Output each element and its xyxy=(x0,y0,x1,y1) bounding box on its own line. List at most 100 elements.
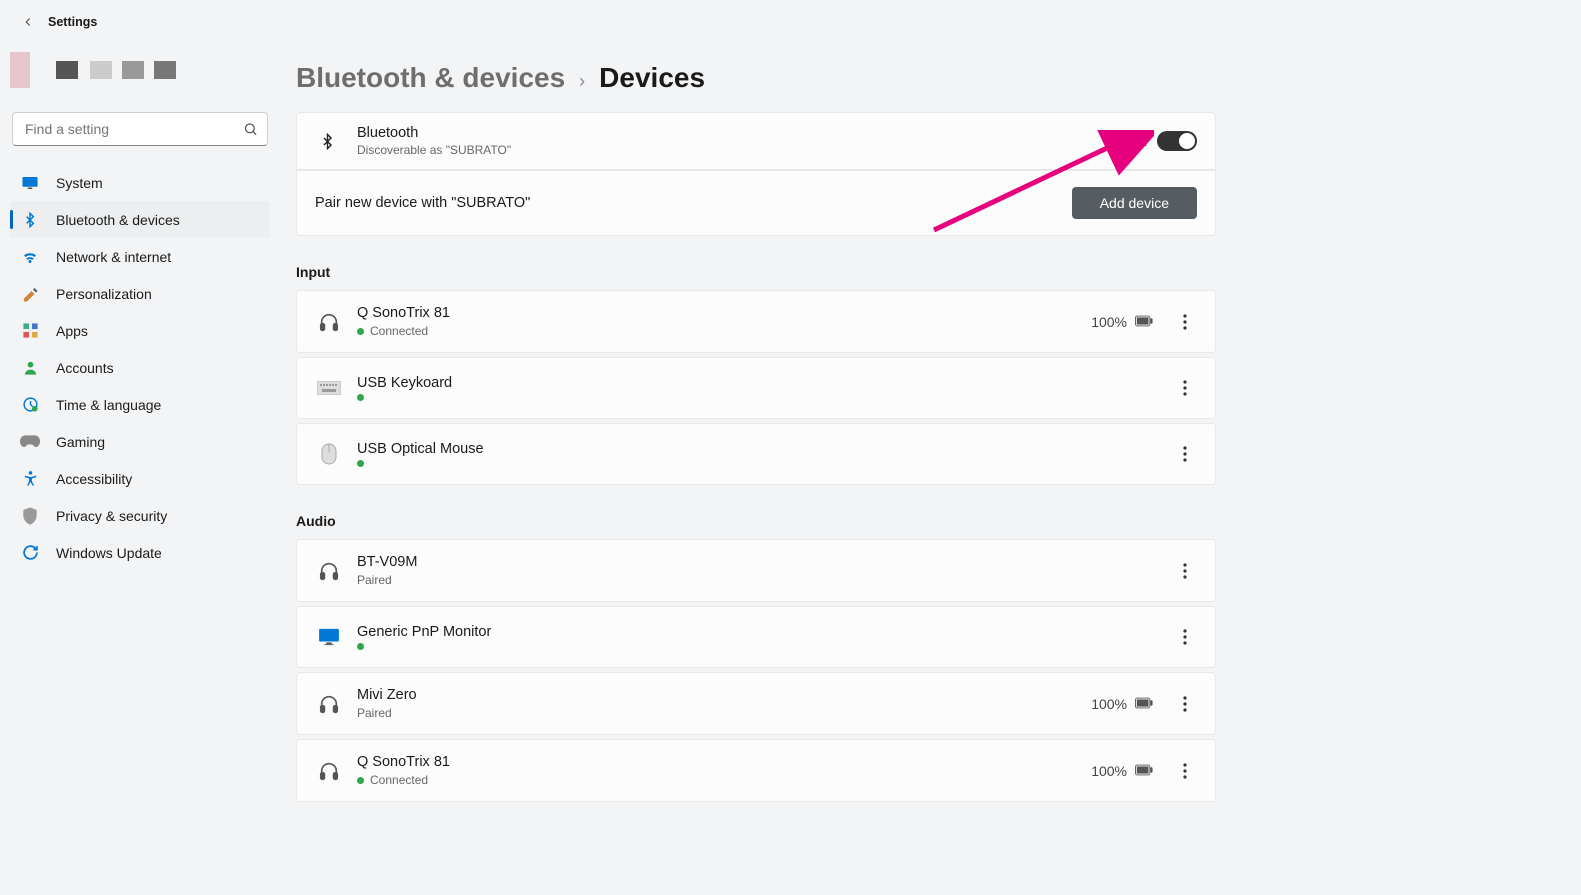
apps-icon xyxy=(20,321,40,341)
search-input[interactable] xyxy=(12,112,268,146)
shield-icon xyxy=(20,506,40,526)
sidebar-item-network-internet[interactable]: Network & internet xyxy=(10,238,270,275)
bluetooth-icon xyxy=(315,133,339,150)
more-vertical-icon xyxy=(1183,380,1187,396)
monitor-icon xyxy=(20,173,40,193)
device-status: Paired xyxy=(357,573,1173,587)
sidebar-item-bluetooth-devices[interactable]: Bluetooth & devices xyxy=(10,201,270,238)
more-options-button[interactable] xyxy=(1173,372,1197,404)
device-row[interactable]: Mivi Zero Paired 100% xyxy=(297,673,1215,734)
device-name: Q SonoTrix 81 xyxy=(357,305,1091,321)
sidebar: System Bluetooth & devices Network & inter… xyxy=(0,44,280,895)
device-row[interactable]: USB Optical Mouse xyxy=(297,424,1215,484)
keyboard-icon xyxy=(315,374,343,402)
battery-icon xyxy=(1135,696,1153,712)
device-name: USB Optical Mouse xyxy=(357,441,1173,457)
more-options-button[interactable] xyxy=(1173,688,1197,720)
sidebar-item-windows-update[interactable]: Windows Update xyxy=(10,534,270,571)
sidebar-item-label: Personalization xyxy=(56,286,152,302)
bluetooth-title: Bluetooth xyxy=(357,125,1128,141)
more-vertical-icon xyxy=(1183,446,1187,462)
sidebar-item-accounts[interactable]: Accounts xyxy=(10,349,270,386)
battery-indicator: 100% xyxy=(1091,696,1153,712)
update-icon xyxy=(20,543,40,563)
section-label-input: Input xyxy=(296,264,1216,280)
sidebar-item-gaming[interactable]: Gaming xyxy=(10,423,270,460)
gamepad-icon xyxy=(20,432,40,452)
status-dot-icon xyxy=(357,394,364,401)
battery-icon xyxy=(1135,763,1153,779)
device-row[interactable]: Generic PnP Monitor xyxy=(297,607,1215,667)
status-dot-icon xyxy=(357,777,364,784)
headphones-icon xyxy=(315,308,343,336)
device-name: BT-V09M xyxy=(357,554,1173,570)
app-title: Settings xyxy=(48,15,97,29)
more-options-button[interactable] xyxy=(1173,555,1197,587)
status-dot-icon xyxy=(357,328,364,335)
breadcrumb-parent[interactable]: Bluetooth & devices xyxy=(296,62,565,94)
sidebar-item-label: Accounts xyxy=(56,360,114,376)
more-options-button[interactable] xyxy=(1173,306,1197,338)
person-icon xyxy=(20,358,40,378)
more-options-button[interactable] xyxy=(1173,438,1197,470)
bluetooth-state-label: On xyxy=(1128,133,1147,149)
pair-device-label: Pair new device with "SUBRATO" xyxy=(315,195,1072,211)
sidebar-item-label: Windows Update xyxy=(56,545,162,561)
sidebar-item-label: Bluetooth & devices xyxy=(56,212,180,228)
sidebar-item-privacy-security[interactable]: Privacy & security xyxy=(10,497,270,534)
device-row[interactable]: USB Keykoard xyxy=(297,358,1215,418)
sidebar-item-label: Time & language xyxy=(56,397,161,413)
bluetooth-toggle[interactable] xyxy=(1157,131,1197,151)
device-status xyxy=(357,460,1173,467)
battery-icon xyxy=(1135,314,1153,330)
accessibility-icon xyxy=(20,469,40,489)
more-vertical-icon xyxy=(1183,314,1187,330)
section-label-audio: Audio xyxy=(296,513,1216,529)
device-row[interactable]: Q SonoTrix 81 Connected 100% xyxy=(297,291,1215,352)
device-status: Paired xyxy=(357,706,1091,720)
headphones-icon xyxy=(315,557,343,585)
sidebar-item-label: Network & internet xyxy=(56,249,171,265)
sidebar-item-label: Gaming xyxy=(56,434,105,450)
mouse-icon xyxy=(315,440,343,468)
more-options-button[interactable] xyxy=(1173,621,1197,653)
device-name: Q SonoTrix 81 xyxy=(357,754,1091,770)
more-vertical-icon xyxy=(1183,763,1187,779)
device-name: Generic PnP Monitor xyxy=(357,624,1173,640)
headphones-icon xyxy=(315,757,343,785)
back-arrow-icon xyxy=(21,15,35,29)
sidebar-item-system[interactable]: System xyxy=(10,164,270,201)
sidebar-item-accessibility[interactable]: Accessibility xyxy=(10,460,270,497)
headphones-icon xyxy=(315,690,343,718)
device-row[interactable]: Q SonoTrix 81 Connected 100% xyxy=(297,740,1215,801)
device-status xyxy=(357,643,1173,650)
breadcrumb: Bluetooth & devices › Devices xyxy=(296,62,1541,94)
sidebar-item-label: Accessibility xyxy=(56,471,132,487)
battery-indicator: 100% xyxy=(1091,314,1153,330)
more-options-button[interactable] xyxy=(1173,755,1197,787)
device-status: Connected xyxy=(357,324,1091,338)
more-vertical-icon xyxy=(1183,629,1187,645)
back-button[interactable] xyxy=(12,6,44,38)
brush-icon xyxy=(20,284,40,304)
device-row[interactable]: BT-V09M Paired xyxy=(297,540,1215,601)
main-content: Bluetooth & devices › Devices Bluetooth … xyxy=(280,44,1581,895)
sidebar-item-apps[interactable]: Apps xyxy=(10,312,270,349)
more-vertical-icon xyxy=(1183,563,1187,579)
sidebar-item-personalization[interactable]: Personalization xyxy=(10,275,270,312)
breadcrumb-current: Devices xyxy=(599,62,705,94)
sidebar-item-time-language[interactable]: Time & language xyxy=(10,386,270,423)
status-dot-icon xyxy=(357,460,364,467)
user-info-block[interactable] xyxy=(10,38,272,102)
search-icon xyxy=(243,122,258,137)
sidebar-item-label: Apps xyxy=(56,323,88,339)
device-status xyxy=(357,394,1173,401)
device-name: Mivi Zero xyxy=(357,687,1091,703)
bluetooth-subtitle: Discoverable as "SUBRATO" xyxy=(357,143,1128,157)
more-vertical-icon xyxy=(1183,696,1187,712)
bluetooth-toggle-row: Bluetooth Discoverable as "SUBRATO" On xyxy=(297,113,1215,169)
monitor-colored-icon xyxy=(315,623,343,651)
wifi-icon xyxy=(20,247,40,267)
add-device-button[interactable]: Add device xyxy=(1072,187,1197,219)
sidebar-item-label: Privacy & security xyxy=(56,508,167,524)
